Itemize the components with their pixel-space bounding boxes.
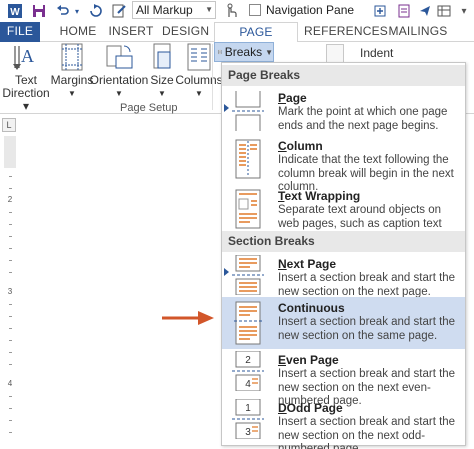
undo-icon[interactable] <box>54 2 72 20</box>
chevron-down-icon: ▼ <box>68 89 76 98</box>
orientation-icon <box>106 45 133 69</box>
customize-toolbar-icon[interactable]: ▾ <box>458 2 470 20</box>
menu-item-title: DOdd Page <box>278 401 343 415</box>
tab-references[interactable]: REFERENCES <box>304 22 388 42</box>
menu-item-odd-page[interactable]: 1 3 DOdd Page Insert a section break and… <box>222 397 465 449</box>
margins-icon <box>61 43 83 71</box>
tab-file[interactable]: FILE <box>0 22 40 42</box>
menu-item-description: Insert a section break and start the new… <box>278 416 456 449</box>
size-label: Size <box>150 73 174 87</box>
tab-mailings[interactable]: MAILINGS <box>386 22 450 42</box>
svg-text:4: 4 <box>245 379 251 390</box>
even-page-icon: 2 4 <box>232 351 264 391</box>
ribbon-divider <box>212 44 213 110</box>
ruler-number: 2 <box>7 195 13 204</box>
tab-insert[interactable]: INSERT <box>106 22 156 42</box>
track-changes-icon[interactable] <box>110 2 128 20</box>
text-direction-icon: A <box>13 46 34 70</box>
vertical-ruler: 2 3 4 <box>0 136 20 449</box>
menu-item-next-page[interactable]: Next Page Insert a section break and sta… <box>222 253 465 298</box>
text-direction-button[interactable]: A Text Direction ▾ <box>2 42 50 113</box>
columns-label: Columns <box>175 73 223 87</box>
odd-page-icon: 1 3 <box>232 399 264 439</box>
undo-dropdown-icon[interactable]: ▾ <box>72 2 82 20</box>
margins-button[interactable]: Margins ▼ <box>51 42 93 100</box>
text-wrapping-icon <box>235 189 261 229</box>
orientation-label: Orientation <box>89 73 149 87</box>
menu-item-title: Even Page <box>278 353 339 367</box>
pointer-icon <box>224 268 229 276</box>
size-icon <box>153 43 171 69</box>
menu-item-even-page[interactable]: 2 4 Even Page Insert a section break and… <box>222 349 465 407</box>
next-page-icon <box>232 255 264 295</box>
menu-item-column-break[interactable]: Column Indicate that the text following … <box>222 135 465 193</box>
navigation-pane-checkbox[interactable] <box>249 4 261 16</box>
svg-text:1: 1 <box>245 403 251 414</box>
tab-home[interactable]: HOME <box>56 22 100 42</box>
table-icon[interactable] <box>436 2 452 20</box>
menu-item-description: Insert a section break and start the new… <box>278 272 456 298</box>
quick-access-toolbar: W ▾ All Markup ▼ Navigation Pane ▾ <box>0 0 474 22</box>
insert-icon[interactable] <box>372 2 388 20</box>
save-icon[interactable] <box>30 2 48 20</box>
ruler-margin-shade <box>4 136 16 168</box>
chevron-down-icon: ▼ <box>195 89 203 98</box>
menu-item-title: Page <box>278 91 307 105</box>
arrow-pointer-icon <box>162 311 214 325</box>
menu-item-description: Mark the point at which one page ends an… <box>278 106 448 132</box>
menu-item-title: Next Page <box>278 257 337 271</box>
redo-icon[interactable] <box>88 2 104 20</box>
chevron-down-icon: ▼ <box>265 47 273 57</box>
page-breaks-header: Page Breaks <box>222 65 465 86</box>
breaks-dropdown-menu: Page Breaks Page Mark the point at which… <box>221 62 466 449</box>
ruler-number: 4 <box>7 379 13 388</box>
breaks-button[interactable]: Breaks ▼ <box>214 42 274 62</box>
columns-icon <box>187 43 211 71</box>
page-break-icon <box>232 91 264 131</box>
text-direction-label-2: Direction ▾ <box>2 86 50 113</box>
ruler-number: 3 <box>7 287 13 296</box>
svg-text:3: 3 <box>245 427 251 438</box>
menu-item-title: Text Wrapping <box>278 189 361 203</box>
word-logo-icon: W <box>6 2 24 20</box>
tab-page-layout[interactable]: PAGE LAYOUT <box>214 22 298 58</box>
document-icon[interactable] <box>396 2 412 20</box>
tab-selector[interactable]: L <box>2 118 16 132</box>
menu-item-page-break[interactable]: Page Mark the point at which one page en… <box>222 87 465 135</box>
menu-item-title: Continuous <box>278 301 345 315</box>
breaks-icon <box>218 49 222 55</box>
chevron-down-icon: ▼ <box>115 89 123 98</box>
svg-text:W: W <box>10 7 20 18</box>
indent-label: Indent <box>360 46 394 60</box>
orientation-button[interactable]: Orientation ▼ <box>90 42 148 100</box>
section-breaks-header: Section Breaks <box>222 231 465 252</box>
navigation-pane-label: Navigation Pane <box>266 3 355 17</box>
menu-item-description: Insert a section break and start the new… <box>278 316 456 342</box>
svg-text:2: 2 <box>245 355 251 366</box>
continuous-icon <box>234 301 262 345</box>
page-setup-group-label: Page Setup <box>120 102 178 114</box>
svg-text:A: A <box>21 46 34 66</box>
markup-combo[interactable]: All Markup ▼ <box>132 1 216 19</box>
size-button[interactable]: Size ▼ <box>148 42 176 100</box>
send-icon[interactable] <box>418 2 432 20</box>
chevron-down-icon: ▼ <box>158 89 166 98</box>
menu-item-title: Column <box>278 139 323 153</box>
menu-item-continuous[interactable]: Continuous Insert a section break and st… <box>222 297 465 349</box>
margins-label: Margins <box>50 73 94 87</box>
ribbon-tabs: FILE HOME INSERT DESIGN PAGE LAYOUT REFE… <box>0 22 474 58</box>
menu-item-text-wrapping[interactable]: Text Wrapping Separate text around objec… <box>222 185 465 243</box>
breaks-label: Breaks <box>224 45 263 59</box>
chevron-down-icon: ▼ <box>205 5 213 14</box>
tab-design[interactable]: DESIGN <box>162 22 209 42</box>
pointer-icon <box>224 104 229 112</box>
column-break-icon <box>235 139 261 179</box>
touch-mode-icon[interactable] <box>222 2 240 20</box>
